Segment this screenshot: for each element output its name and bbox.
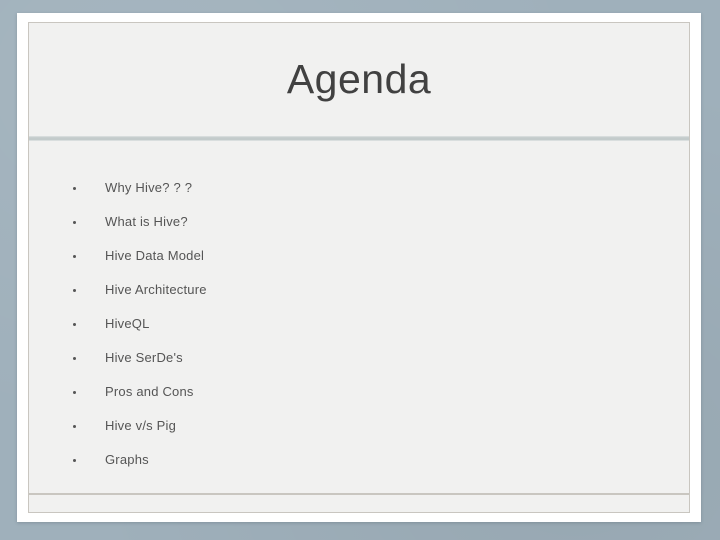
slide-footer [29, 495, 689, 512]
list-item: Pros and Cons [29, 375, 689, 409]
list-item: HiveQL [29, 307, 689, 341]
list-item-label: What is Hive? [105, 214, 188, 229]
bullet-dot-icon [73, 289, 76, 292]
list-item-label: Hive Architecture [105, 282, 207, 297]
list-item: Hive SerDe's [29, 341, 689, 375]
slide-backdrop: Agenda Why Hive? ? ? What is Hive? Hive … [0, 0, 720, 540]
bullet-dot-icon [73, 221, 76, 224]
list-item: Why Hive? ? ? [29, 171, 689, 205]
bullet-dot-icon [73, 323, 76, 326]
bullet-dot-icon [73, 459, 76, 462]
list-item-label: Graphs [105, 452, 149, 467]
list-item: Hive Data Model [29, 239, 689, 273]
slide-title-placeholder: Agenda [29, 23, 689, 136]
list-item-label: Hive Data Model [105, 248, 205, 263]
bullet-dot-icon [73, 255, 76, 258]
bullet-dot-icon [73, 425, 76, 428]
list-item-label: Hive SerDe's [105, 350, 183, 365]
bullet-dot-icon [73, 357, 76, 360]
slide-body-placeholder: Why Hive? ? ? What is Hive? Hive Data Mo… [29, 141, 689, 477]
bullet-dot-icon [73, 391, 76, 394]
list-item-label: Why Hive? ? ? [105, 180, 193, 195]
list-item: Hive v/s Pig [29, 409, 689, 443]
agenda-bullet-list: Why Hive? ? ? What is Hive? Hive Data Mo… [29, 171, 689, 477]
list-item-label: Hive v/s Pig [105, 418, 177, 433]
slide-frame: Agenda Why Hive? ? ? What is Hive? Hive … [17, 13, 701, 522]
list-item: Graphs [29, 443, 689, 477]
list-item-label: Pros and Cons [105, 384, 194, 399]
list-item: What is Hive? [29, 205, 689, 239]
list-item-label: HiveQL [105, 316, 150, 331]
slide-canvas: Agenda Why Hive? ? ? What is Hive? Hive … [28, 22, 690, 513]
page-title: Agenda [286, 56, 432, 102]
bullet-dot-icon [73, 187, 76, 190]
list-item: Hive Architecture [29, 273, 689, 307]
